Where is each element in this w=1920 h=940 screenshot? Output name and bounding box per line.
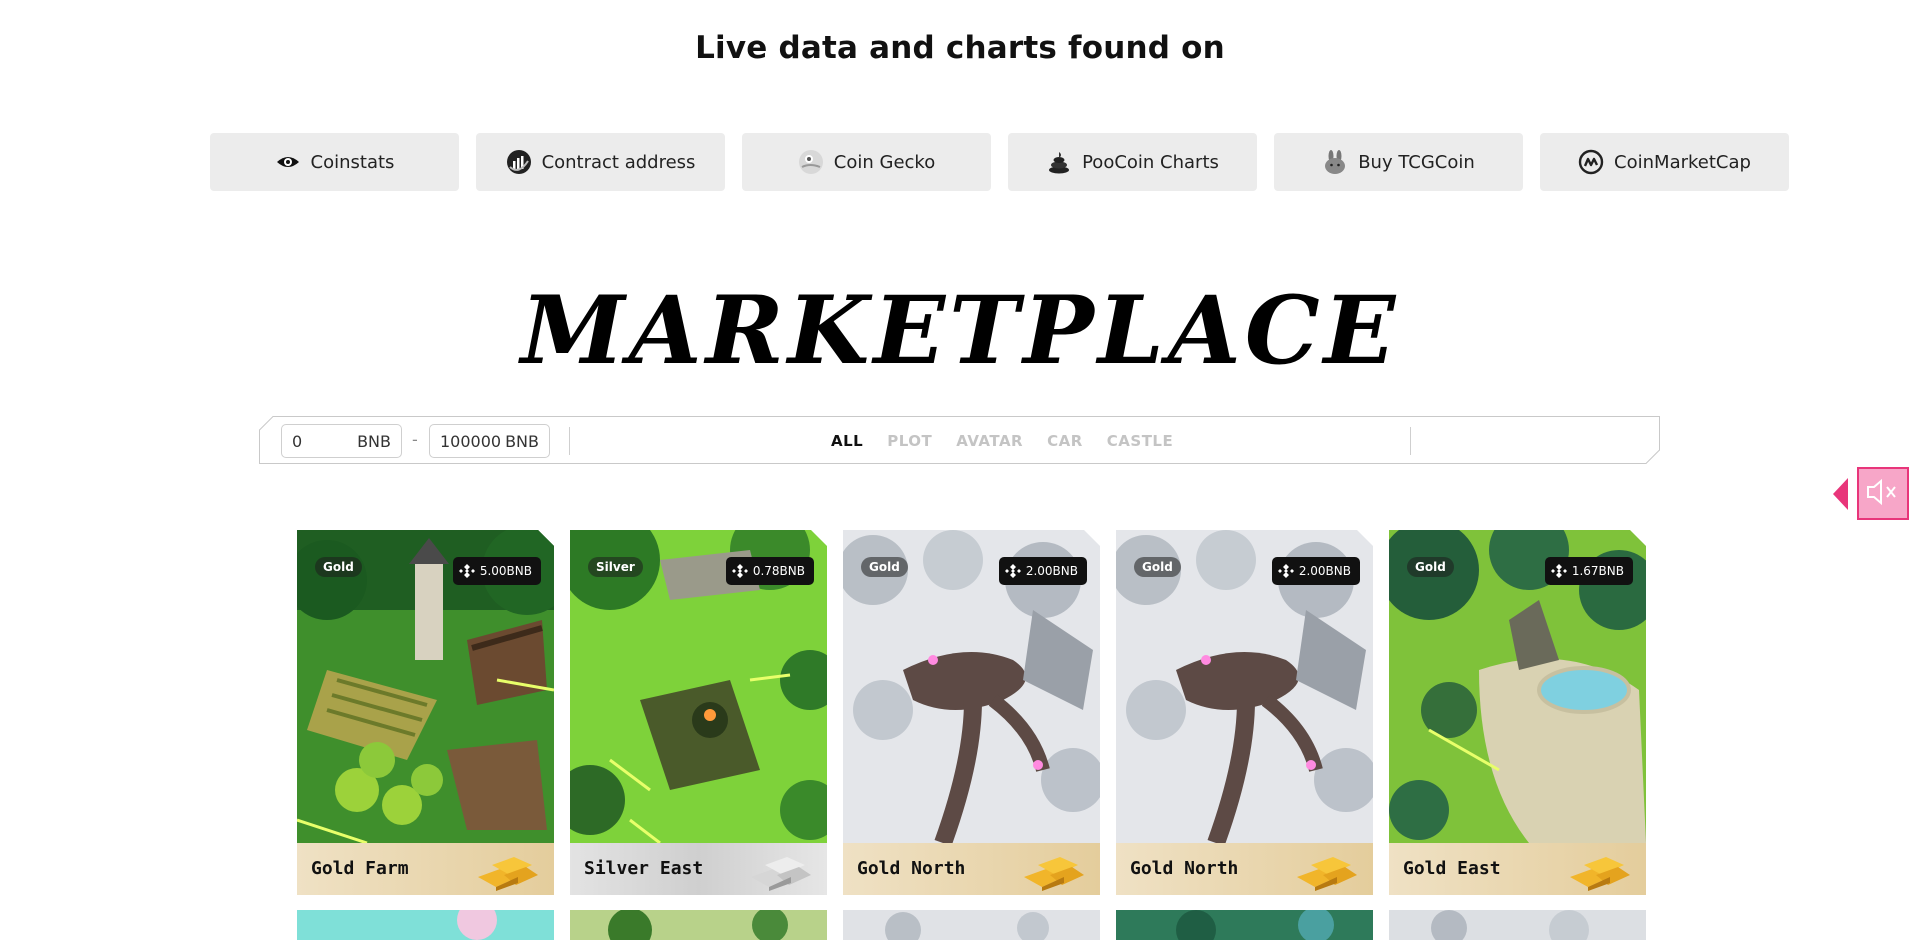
marketplace-card[interactable]: Gold 5.00BNB Gold Farm	[297, 530, 554, 895]
card-tier-badge: Gold	[1134, 557, 1181, 577]
gold-bars-icon	[1020, 847, 1086, 891]
min-price-unit: BNB	[357, 431, 391, 451]
card-price-value: 2.00BNB	[1298, 564, 1351, 578]
card-tier-badge: Gold	[861, 557, 908, 577]
card-price-value: 1.67BNB	[1571, 564, 1624, 578]
card-price-value: 2.00BNB	[1025, 564, 1078, 578]
coinmarketcap-link[interactable]: CoinMarketCap	[1540, 133, 1789, 191]
buy-tcgcoin-label: Buy TCGCoin	[1358, 151, 1475, 173]
card-price-badge: 0.78BNB	[726, 557, 814, 585]
eye-icon	[275, 149, 301, 175]
card-price-badge: 1.67BNB	[1545, 557, 1633, 585]
coin-gecko-link[interactable]: Coin Gecko	[742, 133, 991, 191]
gold-bars-icon	[474, 847, 540, 891]
live-data-heading: Live data and charts found on	[695, 30, 1225, 66]
card-price-value: 5.00BNB	[479, 564, 532, 578]
marketplace-card[interactable]: Gold 2.00BNB Gold North	[1116, 530, 1373, 895]
max-price-unit: BNB	[505, 431, 539, 451]
gold-bars-icon	[1566, 847, 1632, 891]
card-title: Gold East	[1403, 858, 1501, 879]
marketplace-title: MARKETPLACE	[520, 276, 1400, 386]
card-price-badge: 5.00BNB	[453, 557, 541, 585]
max-price-value: 100000	[440, 431, 502, 451]
bnb-icon	[1278, 563, 1294, 579]
card-title: Gold North	[1130, 858, 1239, 879]
filter-divider-right	[1410, 427, 1411, 455]
category-tabs: ALL PLOT AVATAR CAR CASTLE	[831, 417, 1173, 465]
card-price-badge: 2.00BNB	[1272, 557, 1360, 585]
min-price-input[interactable]: 0 BNB	[281, 424, 402, 458]
card-price-badge: 2.00BNB	[999, 557, 1087, 585]
marketplace-card-partial[interactable]	[297, 910, 554, 940]
card-tier-badge: Gold	[315, 557, 362, 577]
tab-car[interactable]: CAR	[1047, 417, 1083, 465]
speaker-muted-icon	[1865, 477, 1901, 511]
marketplace-card-partial[interactable]	[843, 910, 1100, 940]
bnb-icon	[1005, 563, 1021, 579]
card-tier-badge: Gold	[1407, 557, 1454, 577]
marketplace-card-partial[interactable]	[1116, 910, 1373, 940]
card-title: Gold Farm	[311, 858, 409, 879]
card-title: Gold North	[857, 858, 966, 879]
poocoin-charts-label: PooCoin Charts	[1082, 151, 1219, 173]
coinstats-link[interactable]: Coinstats	[210, 133, 459, 191]
tab-castle[interactable]: CASTLE	[1107, 417, 1173, 465]
coinmarketcap-icon	[1578, 149, 1604, 175]
card-tier-badge: Silver	[588, 557, 643, 577]
poocoin-icon	[1046, 149, 1072, 175]
filter-bar: 0 BNB - 100000 BNB ALL PLOT AVATAR CAR C…	[259, 416, 1660, 464]
bscscan-icon	[506, 149, 532, 175]
poocoin-charts-link[interactable]: PooCoin Charts	[1008, 133, 1257, 191]
card-price-value: 0.78BNB	[752, 564, 805, 578]
tab-all[interactable]: ALL	[831, 417, 863, 465]
price-range-dash: -	[412, 430, 418, 449]
gold-bars-icon	[1293, 847, 1359, 891]
tab-plot[interactable]: PLOT	[887, 417, 932, 465]
filter-divider-left	[569, 427, 570, 455]
pancakeswap-bunny-icon	[1322, 149, 1348, 175]
marketplace-card[interactable]: Gold 2.00BNB Gold North	[843, 530, 1100, 895]
buy-tcgcoin-link[interactable]: Buy TCGCoin	[1274, 133, 1523, 191]
tab-avatar[interactable]: AVATAR	[956, 417, 1023, 465]
marketplace-card-partial[interactable]	[1389, 910, 1646, 940]
marketplace-card[interactable]: Gold 1.67BNB Gold East	[1389, 530, 1646, 895]
min-price-value: 0	[292, 431, 303, 451]
marketplace-card-partial[interactable]	[570, 910, 827, 940]
external-links-row: Coinstats Contract address Coin Gecko Po…	[210, 133, 1789, 191]
bnb-icon	[1551, 563, 1567, 579]
max-price-input[interactable]: 100000 BNB	[429, 424, 550, 458]
marketplace-card[interactable]: Silver 0.78BNB Silver East	[570, 530, 827, 895]
bnb-icon	[459, 563, 475, 579]
contract-address-link[interactable]: Contract address	[476, 133, 725, 191]
card-title: Silver East	[584, 858, 704, 879]
coinstats-label: Coinstats	[310, 151, 395, 173]
coin-gecko-label: Coin Gecko	[833, 151, 936, 173]
mute-sound-button[interactable]	[1857, 467, 1909, 520]
coingecko-icon	[798, 149, 824, 175]
coinmarketcap-label: CoinMarketCap	[1614, 151, 1751, 173]
silver-bars-icon	[747, 847, 813, 891]
bnb-icon	[732, 563, 748, 579]
sound-toggle-arrow[interactable]	[1833, 478, 1848, 510]
contract-address-label: Contract address	[541, 151, 696, 173]
